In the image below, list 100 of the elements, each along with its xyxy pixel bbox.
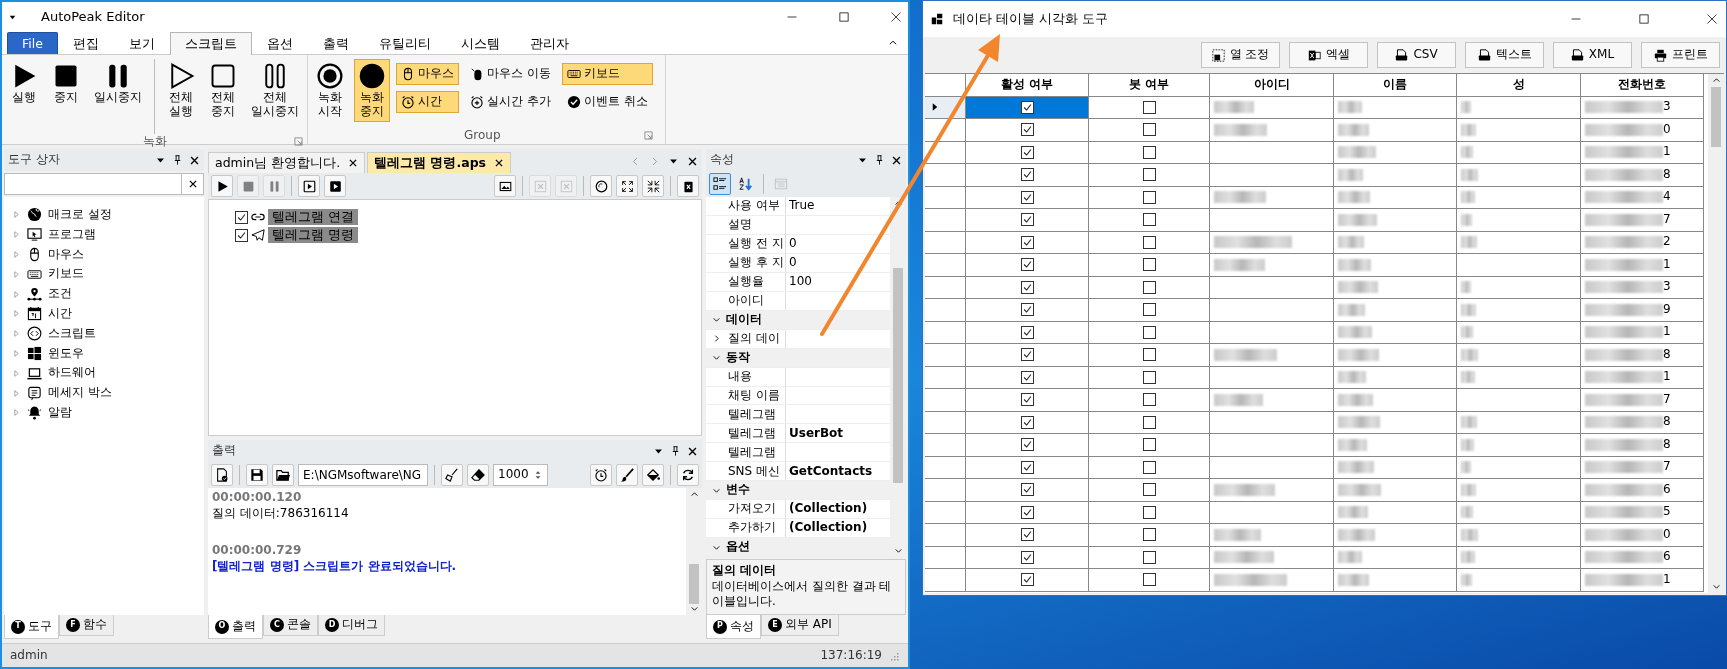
circle-button[interactable] [590, 175, 612, 197]
tree-item[interactable]: 메세지 박스 [48, 385, 112, 401]
row-header[interactable] [925, 164, 966, 187]
dropdown-icon[interactable] [668, 156, 679, 167]
checkbox[interactable] [235, 210, 248, 224]
save-button[interactable] [246, 464, 268, 486]
expand-button[interactable] [616, 175, 638, 197]
row-header[interactable] [925, 299, 966, 322]
script-step[interactable]: 텔레그램 연결 [268, 208, 358, 226]
row-header[interactable] [925, 501, 966, 524]
tree-item[interactable]: 프로그램 [48, 226, 96, 243]
paint-bucket-button[interactable] [642, 464, 664, 486]
refresh-button[interactable] [677, 464, 699, 486]
close-icon[interactable] [891, 154, 902, 166]
checkbox[interactable] [1020, 348, 1034, 362]
toolbar-button[interactable]: 열 조정 [1201, 42, 1280, 68]
broom-button[interactable] [441, 464, 463, 486]
checkbox[interactable] [1142, 415, 1156, 429]
checkbox[interactable] [1020, 573, 1034, 587]
row-header[interactable] [925, 546, 966, 569]
row-header[interactable] [925, 411, 966, 434]
toggle-button[interactable]: 키보드 [561, 63, 653, 85]
play-box-button[interactable] [298, 175, 320, 197]
pin-icon[interactable] [670, 445, 681, 457]
checkbox[interactable] [1142, 573, 1156, 587]
property-value[interactable]: (Collection) [789, 520, 868, 535]
property-value[interactable]: GetContacts [789, 463, 873, 478]
scroll-up-icon[interactable] [1711, 76, 1721, 85]
ribbon-button[interactable]: 일시중지 [90, 59, 146, 108]
checkbox[interactable] [1142, 325, 1156, 339]
chevron-down-icon[interactable] [711, 353, 721, 363]
row-header[interactable] [925, 366, 966, 389]
checkbox[interactable] [1020, 190, 1034, 204]
row-header[interactable] [925, 434, 966, 457]
ribbon-button[interactable]: 전체 중지 [205, 59, 241, 122]
script-step[interactable]: 텔레그램 명령 [268, 226, 358, 244]
checkbox[interactable] [1020, 168, 1034, 182]
property-value[interactable]: (Collection) [789, 501, 868, 516]
scrollbar[interactable] [1708, 74, 1724, 593]
scroll-down-icon[interactable] [1711, 582, 1721, 591]
file-tab[interactable]: File [7, 32, 58, 54]
clear-icon[interactable] [187, 179, 198, 189]
checkbox[interactable] [1142, 235, 1156, 249]
checkbox[interactable] [1020, 550, 1034, 564]
play-button[interactable] [211, 175, 233, 197]
checkbox[interactable] [1020, 145, 1034, 159]
toggle-button[interactable]: 이벤트 취소 [561, 91, 653, 113]
eraser-button[interactable] [467, 464, 489, 486]
toolbar-button[interactable]: XML [1553, 42, 1632, 68]
panel-tab[interactable]: E 외부 API [761, 615, 839, 636]
checkbox[interactable] [1142, 505, 1156, 519]
checkbox[interactable] [1142, 438, 1156, 452]
checkbox[interactable] [1142, 370, 1156, 384]
toolbar-button[interactable]: 프린트 [1641, 42, 1720, 68]
image-button[interactable] [494, 175, 516, 197]
panel-tab[interactable]: O 출력 [208, 615, 263, 639]
toggle-button[interactable]: 시간 [396, 91, 459, 113]
tree-item[interactable]: 조건 [48, 286, 72, 302]
checkbox[interactable] [1020, 100, 1034, 114]
launcher-icon[interactable] [643, 131, 653, 140]
ribbon-tab[interactable]: 보기 [113, 32, 170, 54]
ribbon-button[interactable]: 실행 [6, 59, 42, 108]
column-header[interactable]: 봇 여부 [1089, 74, 1210, 97]
panel-tab[interactable]: D 디버그 [318, 615, 385, 636]
checkbox[interactable] [1142, 190, 1156, 204]
checkbox[interactable] [1020, 505, 1034, 519]
open-folder-button[interactable] [272, 464, 294, 486]
checkbox[interactable] [235, 228, 248, 242]
toolbar-button[interactable]: 텍스트 [1465, 42, 1544, 68]
scrollbar-thumb[interactable] [1711, 87, 1721, 147]
row-header[interactable] [925, 254, 966, 277]
checkbox[interactable] [1020, 483, 1034, 497]
close-icon[interactable] [890, 11, 902, 23]
toggle-button[interactable]: 실시간 추가 [465, 91, 556, 113]
row-header[interactable] [925, 276, 966, 299]
checkbox[interactable] [1142, 213, 1156, 227]
checkbox[interactable] [1020, 123, 1034, 137]
row-header[interactable] [925, 231, 966, 254]
checkbox[interactable] [1142, 168, 1156, 182]
property-value[interactable]: True [789, 198, 815, 213]
row-header[interactable] [925, 209, 966, 232]
checkbox[interactable] [1020, 370, 1034, 384]
property-value[interactable]: 100 [789, 274, 812, 288]
close-icon[interactable] [189, 154, 200, 166]
clock-button[interactable] [590, 464, 612, 486]
checkbox[interactable] [1020, 303, 1034, 317]
checkbox[interactable] [1020, 258, 1034, 272]
tree-item[interactable]: 시간 [48, 306, 72, 322]
checkbox[interactable] [1142, 393, 1156, 407]
panel-tab[interactable]: F 함수 [59, 615, 114, 636]
checkbox[interactable] [1142, 280, 1156, 294]
path-field[interactable]: E:\NGMsoftware\NG [298, 464, 428, 486]
checkbox[interactable] [1142, 460, 1156, 474]
tree-item[interactable]: 마우스 [48, 246, 84, 263]
property-value[interactable]: UserBot [789, 425, 844, 440]
toggle-button[interactable]: 마우스 [396, 63, 459, 85]
document-tab[interactable]: admin님 환영합니다. [208, 151, 366, 173]
panel-tab[interactable]: P 속성 [706, 615, 761, 639]
scrollbar-thumb[interactable] [893, 268, 903, 483]
scroll-up-icon[interactable] [689, 490, 699, 499]
